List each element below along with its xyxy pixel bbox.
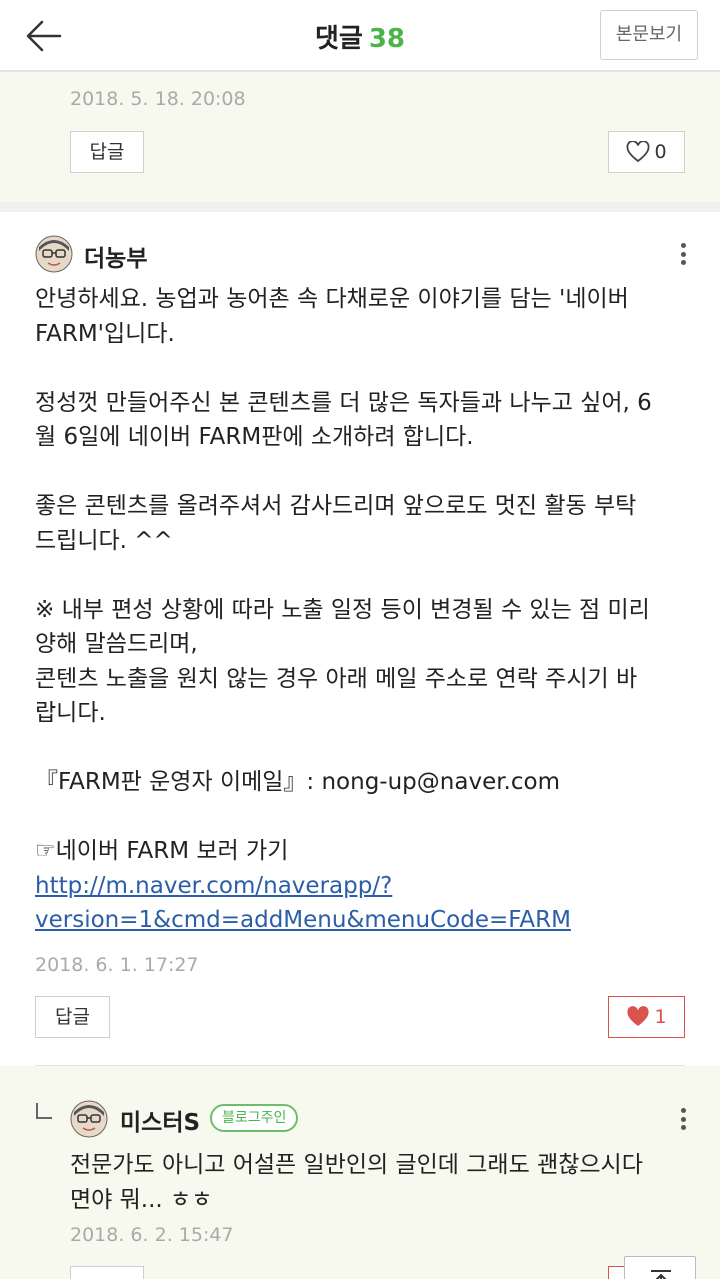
comment-date: 2018. 6. 1. 17:27 — [35, 954, 199, 976]
comment-text-line: 양해 말씀드리며, — [35, 631, 198, 657]
heart-icon — [627, 141, 650, 163]
comment-text-line: 콘텐츠 노출을 원치 않는 경우 아래 메일 주소로 연락 주시기 바 — [35, 665, 638, 692]
comment-text-line: ☞네이버 FARM 보러 가기 — [35, 838, 289, 864]
like-count: 1 — [654, 1006, 667, 1028]
blog-owner-badge: 블로그주인 — [210, 1104, 299, 1132]
comment-text-line: FARM'입니다. — [35, 320, 175, 347]
reply-button[interactable]: 답글 — [35, 996, 110, 1038]
avatar — [70, 1100, 108, 1138]
arrow-up-icon — [651, 1270, 671, 1279]
comment-text-line: 『FARM판 운영자 이메일』: nong-up@naver.com — [35, 769, 560, 795]
comment-body: 안녕하세요. 농업과 농어촌 속 다채로운 이야기를 담는 '네이버 FARM'… — [35, 282, 695, 938]
comment-text-line: 드립니다. ^^ — [35, 527, 173, 554]
top-bar: 댓글 38 본문보기 — [0, 0, 720, 72]
comment-text-line: 정성껏 만들어주신 본 콘텐츠를 더 많은 독자들과 나누고 싶어, 6 — [35, 389, 652, 416]
more-options-icon[interactable] — [671, 239, 695, 269]
previous-comment: 2018. 5. 18. 20:08 답글 0 — [0, 72, 720, 202]
comment-item: 더농부 안녕하세요. 농업과 농어촌 속 다채로운 이야기를 담는 '네이버 F… — [0, 212, 720, 1072]
title-label: 댓글 — [314, 24, 363, 54]
comment-body: 전문가도 아니고 어설픈 일반인의 글인데 그래도 괜찮으시다 면야 뭐... … — [70, 1148, 690, 1217]
comment-text-line: ※ 내부 편성 상황에 따라 노출 일정 등이 변경될 수 있는 점 미리 — [35, 596, 650, 623]
comment-text-line: 안녕하세요. 농업과 농어촌 속 다채로운 이야기를 담는 '네이버 — [35, 286, 629, 312]
reply-comment: 미스터S 블로그주인 전문가도 아니고 어설픈 일반인의 글인데 그래도 괜찮으… — [0, 1066, 720, 1279]
reply-button[interactable]: 답글 — [70, 131, 144, 173]
comment-count: 38 — [368, 24, 406, 54]
comment-date: 2018. 5. 18. 20:08 — [70, 88, 246, 110]
more-options-icon[interactable] — [671, 1104, 695, 1134]
like-count: 0 — [654, 141, 667, 163]
like-button[interactable]: 1 — [608, 996, 685, 1038]
comment-text-line: 랍니다. — [35, 700, 106, 726]
comment-author[interactable]: 미스터S — [120, 1103, 200, 1137]
reply-button[interactable] — [70, 1266, 144, 1279]
comment-date: 2018. 6. 2. 15:47 — [70, 1224, 234, 1246]
avatar — [35, 235, 73, 273]
comment-text-line: 좋은 콘텐츠를 올려주셔서 감사드리며 앞으로도 멋진 활동 부탁 — [35, 493, 637, 519]
section-divider — [0, 202, 720, 212]
view-post-button[interactable]: 본문보기 — [600, 10, 698, 60]
comment-text-line: 전문가도 아니고 어설픈 일반인의 글인데 그래도 괜찮으시다 — [70, 1152, 643, 1178]
scroll-to-top-button[interactable] — [624, 1256, 696, 1279]
farm-link-continued[interactable]: version=1&cmd=addMenu&menuCode=FARM — [35, 907, 571, 933]
heart-filled-icon — [627, 1006, 650, 1026]
comment-author[interactable]: 더농부 — [84, 239, 147, 273]
comment-text-line: 월 6일에 네이버 FARM판에 소개하려 합니다. — [35, 424, 474, 450]
reply-indent-icon — [36, 1103, 52, 1119]
farm-link[interactable]: http://m.naver.com/naverapp/? — [35, 873, 392, 899]
like-button[interactable]: 0 — [608, 131, 685, 173]
comment-text-line: 면야 뭐... ㅎㅎ — [70, 1186, 213, 1213]
